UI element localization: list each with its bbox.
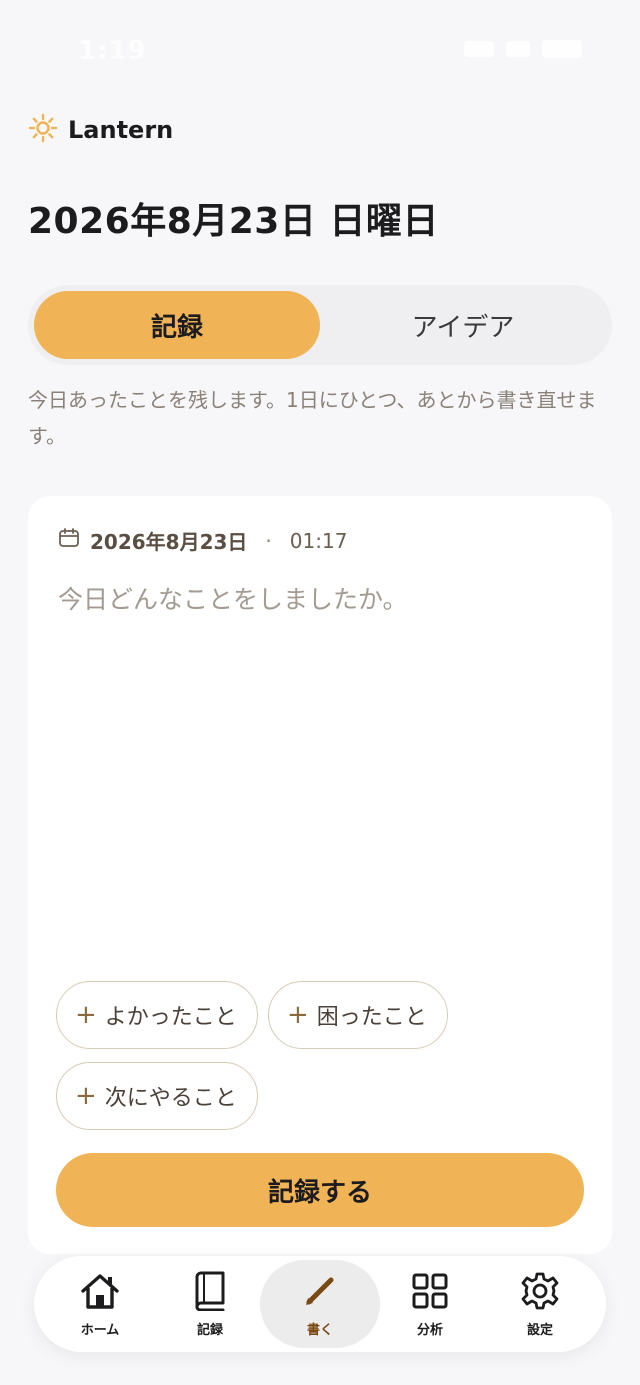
entry-card: 2026年8月23日 · 01:17 + よかったこと + 困ったこと + 次に… <box>28 496 612 1254</box>
meta-separator: · <box>265 528 272 553</box>
signal-icon <box>464 41 494 57</box>
pencil-icon <box>300 1271 340 1315</box>
nav-write[interactable]: 書く <box>260 1260 380 1348</box>
entry-text-input[interactable] <box>58 580 582 960</box>
entry-meta: 2026年8月23日 · 01:17 <box>58 526 347 555</box>
nav-analysis[interactable]: 分析 <box>370 1260 490 1348</box>
nav-label: 書く <box>306 1322 333 1338</box>
home-icon <box>78 1271 122 1315</box>
status-bar: 1:19 <box>0 0 640 100</box>
bottom-tab-bar: ホーム 記録 書く 分析 設定 <box>34 1256 606 1352</box>
entry-time: 01:17 <box>289 528 348 553</box>
calendar-icon <box>58 527 80 554</box>
nav-settings[interactable]: 設定 <box>480 1260 600 1348</box>
chip-problems[interactable]: + 困ったこと <box>268 981 448 1049</box>
tab-idea[interactable]: アイデア <box>320 291 606 359</box>
nav-records[interactable]: 記録 <box>150 1260 270 1348</box>
tab-record[interactable]: 記録 <box>34 291 320 359</box>
book-icon <box>192 1271 228 1315</box>
plus-icon: + <box>75 1081 97 1111</box>
page-title: 2026年8月23日 日曜日 <box>28 201 439 242</box>
chip-label: 次にやること <box>104 1086 237 1111</box>
nav-label: ホーム <box>80 1322 120 1338</box>
plus-icon: + <box>287 1000 309 1030</box>
page-description: 今日あったことを残します。1日にひとつ、あとから書き直せます。 <box>28 388 597 448</box>
chip-label: よかったこと <box>104 1005 237 1030</box>
nav-label: 分析 <box>416 1322 443 1338</box>
wifi-icon <box>506 41 530 57</box>
chip-label: 困ったこと <box>316 1005 427 1030</box>
status-icons <box>464 40 582 58</box>
mode-segmented-control: 記録 アイデア <box>28 285 612 365</box>
status-time: 1:19 <box>78 36 147 66</box>
nav-label: 設定 <box>526 1322 553 1338</box>
plus-icon: + <box>75 1000 97 1030</box>
chip-good-things[interactable]: + よかったこと <box>56 981 258 1049</box>
nav-home[interactable]: ホーム <box>40 1260 160 1348</box>
nav-label: 記録 <box>196 1322 223 1338</box>
chip-next-actions[interactable]: + 次にやること <box>56 1062 258 1130</box>
app-name: Lantern <box>68 116 174 144</box>
sun-icon <box>28 113 58 147</box>
record-submit-button[interactable]: 記録する <box>56 1153 584 1227</box>
battery-icon <box>542 40 582 58</box>
entry-date: 2026年8月23日 <box>90 530 248 554</box>
brand: Lantern <box>28 113 173 147</box>
gear-icon <box>520 1271 560 1315</box>
grid-icon <box>410 1271 450 1315</box>
